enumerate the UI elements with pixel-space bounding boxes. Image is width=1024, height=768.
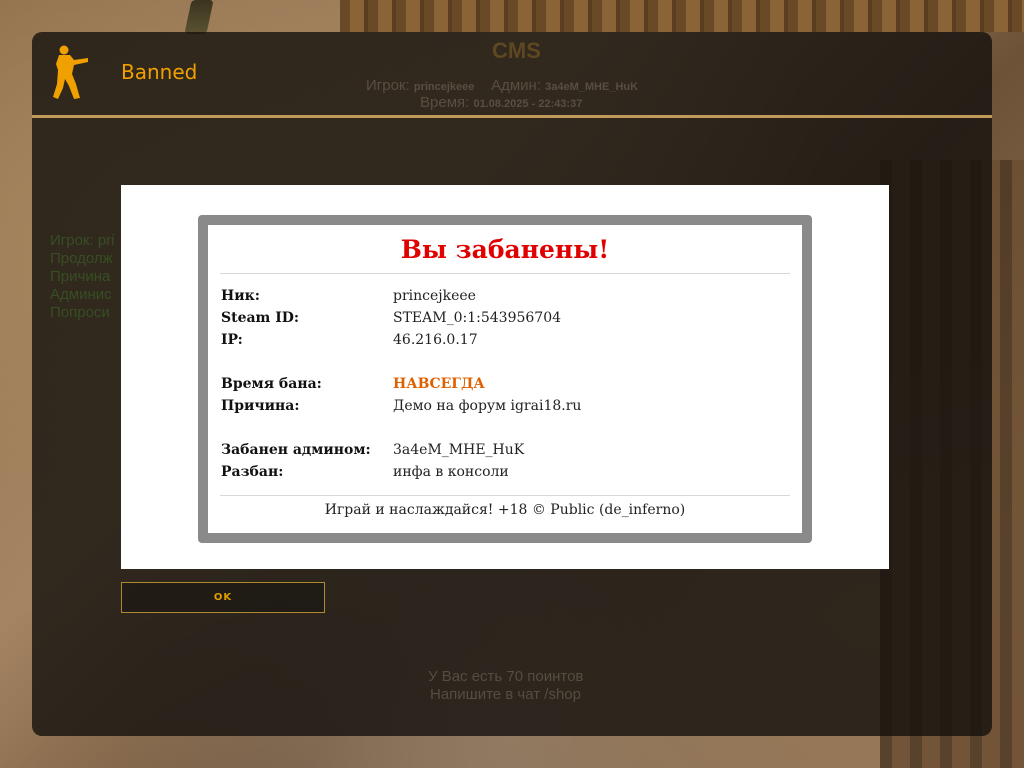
ban-info-box: Вы забанены! Ник: princejkeee Steam ID: … (198, 215, 812, 543)
admin-row: Забанен админом: 3a4eM_MHE_HuK (221, 439, 791, 461)
unban-value: инфа в консоли (393, 464, 509, 480)
unban-row: Разбан: инфа в консоли (221, 461, 791, 483)
ip-row: IP: 46.216.0.17 (221, 329, 791, 351)
ip-label: IP: (221, 332, 243, 348)
reason-row: Причина: Демо на форум igrai18.ru (221, 395, 791, 417)
steam-id-value: STEAM_0:1:543956704 (393, 310, 562, 326)
nick-row: Ник: princejkeee (221, 285, 791, 307)
reason-value: Демо на форум igrai18.ru (393, 398, 582, 414)
steam-id-row: Steam ID: STEAM_0:1:543956704 (221, 307, 791, 329)
admin-value: 3a4eM_MHE_HuK (393, 442, 525, 458)
ban-info-table: Ник: princejkeee Steam ID: STEAM_0:1:543… (221, 285, 791, 483)
window-title: Banned (121, 60, 198, 84)
nick-value: princejkeee (393, 288, 476, 304)
duration-row: Время бана: НАВСЕГДА (221, 373, 791, 395)
ban-footer: Играй и наслаждайся! +18 © Public (de_in… (220, 495, 790, 526)
ban-heading: Вы забанены! (220, 235, 790, 274)
counter-strike-logo-icon (53, 45, 88, 99)
window-header: Banned (32, 32, 992, 116)
duration-value: НАВСЕГДА (393, 376, 485, 392)
ban-content-panel: Вы забанены! Ник: princejkeee Steam ID: … (121, 185, 889, 569)
admin-label: Забанен админом: (221, 442, 371, 458)
hud-chat-text: Напишите в чат /shop (430, 686, 581, 703)
steam-id-label: Steam ID: (221, 310, 300, 326)
ip-value: 46.216.0.17 (393, 332, 478, 348)
hud-points-text: У Вас есть 70 поинтов (428, 668, 584, 685)
reason-label: Причина: (221, 398, 300, 414)
background-player-model (184, 0, 214, 34)
header-divider (32, 115, 992, 118)
ok-button[interactable]: OK (121, 582, 325, 613)
nick-label: Ник: (221, 288, 260, 304)
background-wood-fence (340, 0, 1024, 32)
ban-dialog-window: CMS Игрок: princejkeee Админ: 3a4eM_MHE_… (32, 32, 992, 736)
duration-label: Время бана: (221, 376, 322, 392)
unban-label: Разбан: (221, 464, 284, 480)
